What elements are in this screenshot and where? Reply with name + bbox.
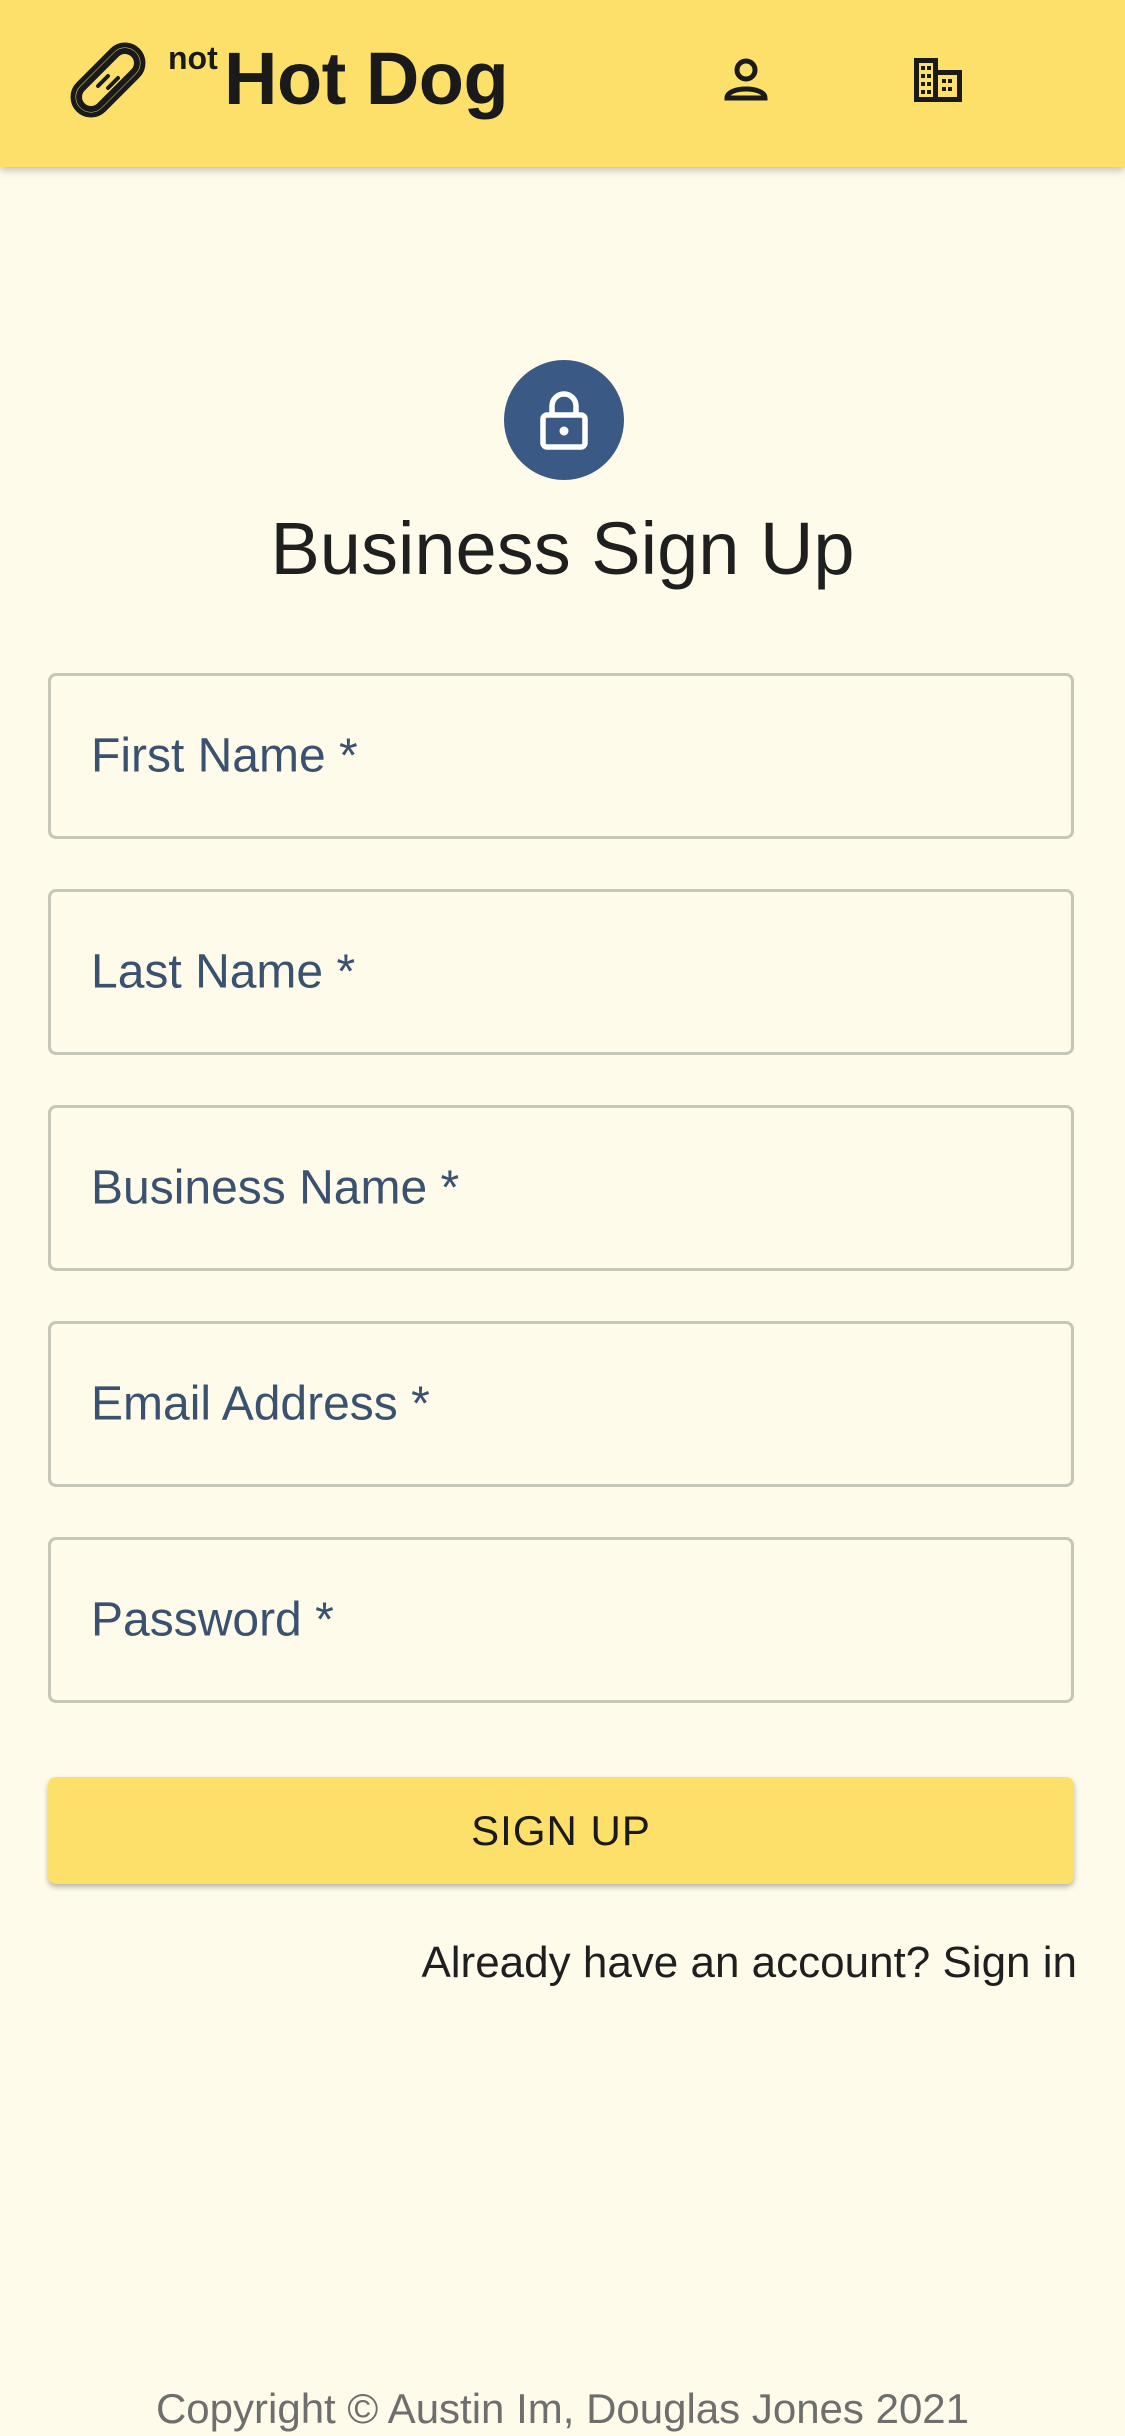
sign-up-button[interactable]: SIGN UP bbox=[48, 1777, 1074, 1884]
copyright-text: Copyright © Austin Im, Douglas Jones 202… bbox=[155, 2385, 970, 2432]
business-name-field[interactable]: Business Name * bbox=[48, 1105, 1074, 1271]
sign-in-link[interactable]: Already have an account? Sign in bbox=[421, 1938, 1077, 1988]
brand-title[interactable]: Hot Dog bbox=[224, 38, 509, 120]
password-label: Password * bbox=[91, 1593, 334, 1647]
lock-icon bbox=[504, 360, 624, 480]
hotdog-icon[interactable] bbox=[68, 40, 148, 120]
last-name-label: Last Name * bbox=[91, 945, 356, 999]
app-bar: not Hot Dog bbox=[0, 0, 1125, 167]
brand-prefix: not bbox=[168, 40, 218, 76]
page-title: Business Sign Up bbox=[270, 507, 855, 590]
password-field[interactable]: Password * bbox=[48, 1537, 1074, 1703]
email-field[interactable]: Email Address * bbox=[48, 1321, 1074, 1487]
first-name-label: First Name * bbox=[91, 729, 358, 783]
first-name-field[interactable]: First Name * bbox=[48, 673, 1074, 839]
business-icon[interactable] bbox=[910, 52, 966, 108]
last-name-field[interactable]: Last Name * bbox=[48, 889, 1074, 1055]
person-icon[interactable] bbox=[718, 52, 774, 108]
business-name-label: Business Name * bbox=[91, 1161, 460, 1215]
email-label: Email Address * bbox=[91, 1377, 430, 1431]
